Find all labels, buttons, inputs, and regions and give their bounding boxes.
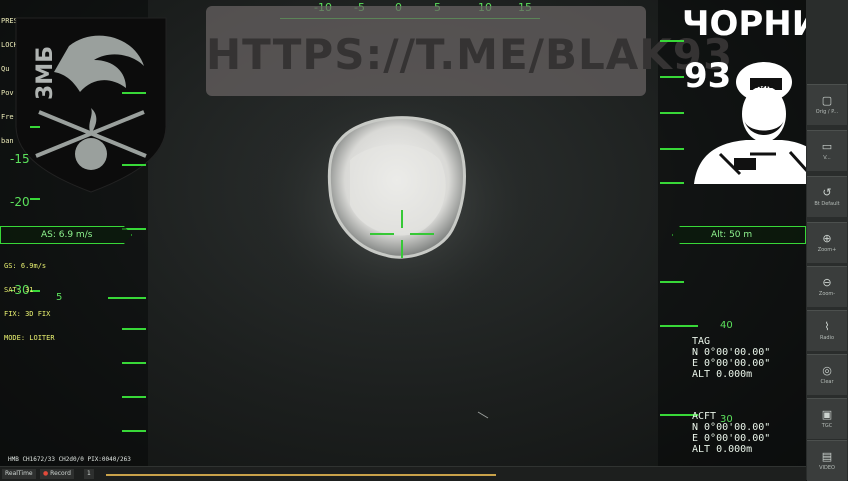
tab-realtime[interactable]: RealTime [2, 469, 36, 479]
button-label: Zoom- [818, 291, 836, 297]
airspeed-indicator: AS: 6.9 m/s [0, 226, 132, 244]
brand-line1: ЧОРНИЙ [682, 4, 806, 44]
record-dot-icon: ● [43, 470, 49, 477]
orig-icon: ▢ [821, 94, 833, 107]
reset-icon: ↺ [822, 186, 832, 199]
brand-patch: ЖЛВ [752, 81, 775, 90]
timeline-bar[interactable] [106, 474, 496, 476]
tag-coordinates: TAG N 0°00'00.00" E 0°00'00.00" ALT 0.00… [692, 336, 770, 380]
tgc-icon: ▣ [821, 408, 833, 421]
airspeed-value: AS: 6.9 m/s [41, 230, 93, 240]
video-small-icon: ▭ [821, 140, 833, 153]
record-label: Record [50, 470, 71, 477]
acft-east: E 0°00'00.00" [692, 433, 771, 444]
unit-shield-logo: 3МБ [15, 17, 167, 193]
gps-status: GS: 6.9m/s SAT: 31 FIX: 3D FIX MODE: LOI… [4, 246, 55, 358]
bottom-toolbar: RealTime ● Record 1 [0, 466, 806, 481]
default-button[interactable]: ↺ Bt Default [807, 176, 847, 217]
orig-button[interactable]: ▢ Orig / P... [807, 84, 847, 125]
altitude-value: Alt: 50 m [711, 230, 753, 240]
pitch-label: -15 [10, 152, 30, 166]
pitch-label-small: 5 [56, 292, 63, 303]
camera-view: -10 -5 0 5 10 15 HTTPS://T.ME/BLAK93 PRE… [0, 0, 806, 466]
tag-north: N 0°00'00.00" [692, 347, 771, 358]
hdmi-readout: HMB CH1672/33 CH2d0/0 PIX:0040/263 [8, 456, 131, 463]
acft-north: N 0°00'00.00" [692, 422, 771, 433]
brand-logo: ЧОРНИЙ 93 3 ЖЛВ [680, 4, 806, 184]
status-line: MODE: LOITER [4, 334, 55, 342]
tag-east: E 0°00'00.00" [692, 358, 771, 369]
acft-title: ACFT [692, 411, 717, 422]
button-label: TGC [821, 423, 833, 429]
clear-icon: ◎ [822, 364, 832, 377]
status-line: SAT: 31 [4, 286, 34, 294]
video-icon: ▤ [821, 450, 833, 463]
clear-button[interactable]: ◎ Clear [807, 354, 847, 395]
button-label: Bt Default [814, 201, 840, 207]
radio-icon: ⌇ [824, 320, 830, 333]
button-label: Clear [820, 379, 834, 385]
button-label: Radio [819, 335, 835, 341]
status-line: GS: 6.9m/s [4, 262, 47, 270]
altitude-label: 40 [720, 320, 733, 331]
watermark-banner: HTTPS://T.ME/BLAK93 [206, 6, 734, 96]
tag-altitude: ALT 0.000m [692, 369, 753, 380]
tab-record[interactable]: ● Record [40, 469, 74, 479]
video-button[interactable]: ▤ VIDEO [807, 440, 847, 481]
zoom-in-button[interactable]: ⊕ Zoom+ [807, 222, 847, 263]
pitch-label: -20 [10, 195, 30, 209]
target-crosshair [370, 210, 434, 258]
button-label: V... [823, 155, 831, 161]
status-line: FIX: 3D FIX [4, 310, 51, 318]
tgc-button[interactable]: ▣ TGC [807, 398, 847, 439]
tab-one[interactable]: 1 [84, 469, 94, 479]
zoom-in-icon: ⊕ [822, 232, 832, 245]
watermark-url: HTTPS://T.ME/BLAK93 [206, 30, 734, 79]
video-small-button[interactable]: ▭ V... [807, 130, 847, 171]
tag-title: TAG [692, 336, 711, 347]
acft-altitude: ALT 0.000m [692, 444, 753, 455]
unit-logo-text: 3МБ [33, 46, 58, 100]
zoom-out-icon: ⊖ [822, 276, 832, 289]
button-label: VIDEO [819, 465, 835, 471]
altitude-indicator: Alt: 50 m [672, 226, 806, 244]
zoom-out-button[interactable]: ⊖ Zoom- [807, 266, 847, 307]
radio-button[interactable]: ⌇ Radio [807, 310, 847, 351]
button-label: Zoom+ [817, 247, 837, 253]
right-control-panel: ▢ Orig / P... ▭ V... ↺ Bt Default ⊕ Zoom+ ⊖ Z… [806, 0, 848, 481]
button-label: Orig / P... [815, 109, 839, 115]
soldier-silhouette-icon [694, 62, 806, 184]
aircraft-coordinates: ACFT N 0°00'00.00" E 0°00'00.00" ALT 0.0… [692, 411, 770, 455]
